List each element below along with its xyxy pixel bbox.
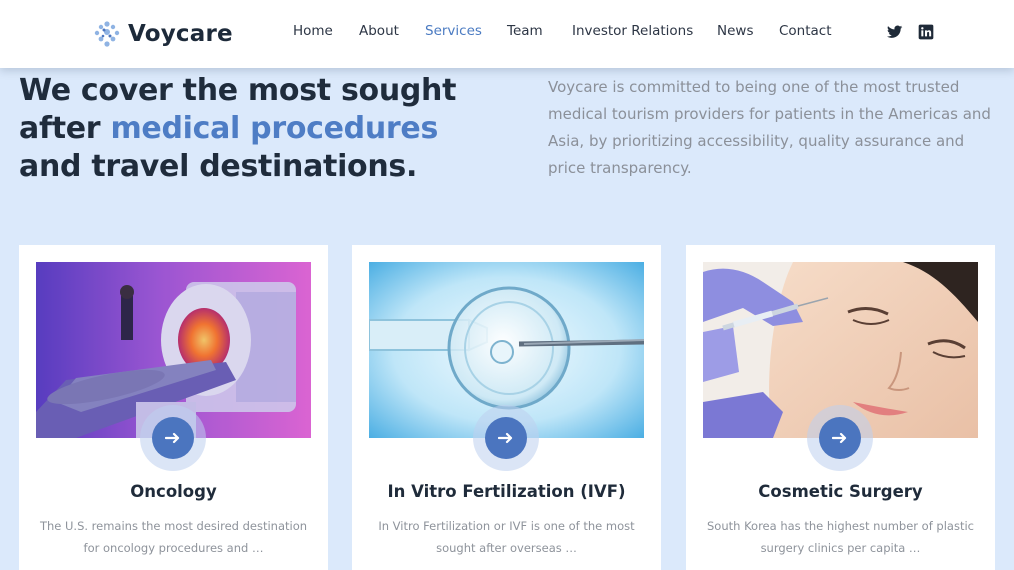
hero-title-part2: and travel destinations. xyxy=(19,149,418,184)
arrow-right-icon xyxy=(498,432,513,444)
service-card-ivf[interactable]: In Vitro Fertilization (IVF) In Vitro Fe… xyxy=(352,245,661,570)
arrow-right-icon xyxy=(165,432,180,444)
main-nav: Home About Services Team Investor Relati… xyxy=(0,23,1014,43)
nav-contact[interactable]: Contact xyxy=(779,23,832,39)
cosmetic-surgery-title[interactable]: Cosmetic Surgery xyxy=(686,482,995,501)
ivf-arrow-button[interactable] xyxy=(473,405,539,471)
arrow-right-icon xyxy=(832,432,847,444)
ivf-title[interactable]: In Vitro Fertilization (IVF) xyxy=(352,482,661,501)
hero-title-highlight: medical procedures xyxy=(110,111,438,146)
hero-title: We cover the most sought after medical p… xyxy=(19,72,489,186)
nav-investor-relations[interactable]: Investor Relations xyxy=(572,23,693,39)
service-card-cosmetic-surgery[interactable]: Cosmetic Surgery South Korea has the hig… xyxy=(686,245,995,570)
twitter-icon[interactable] xyxy=(887,24,903,40)
site-header: Voycare Home About Services Team Investo… xyxy=(0,0,1014,68)
ivf-text: In Vitro Fertilization or IVF is one of … xyxy=(378,519,635,555)
linkedin-icon[interactable] xyxy=(918,24,934,40)
nav-about[interactable]: About xyxy=(359,23,399,39)
cosmetic-surgery-arrow-button[interactable] xyxy=(807,405,873,471)
nav-news[interactable]: News xyxy=(717,23,753,39)
oncology-arrow-button[interactable] xyxy=(140,405,206,471)
nav-team[interactable]: Team xyxy=(507,23,543,39)
oncology-text: The U.S. remains the most desired destin… xyxy=(39,519,308,555)
cosmetic-surgery-text: South Korea has the highest number of pl… xyxy=(707,519,974,555)
hero-description: Voycare is committed to being one of the… xyxy=(548,78,991,177)
oncology-title[interactable]: Oncology xyxy=(19,482,328,501)
service-card-oncology[interactable]: Oncology The U.S. remains the most desir… xyxy=(19,245,328,570)
nav-home[interactable]: Home xyxy=(293,23,333,39)
nav-services[interactable]: Services xyxy=(425,23,482,39)
